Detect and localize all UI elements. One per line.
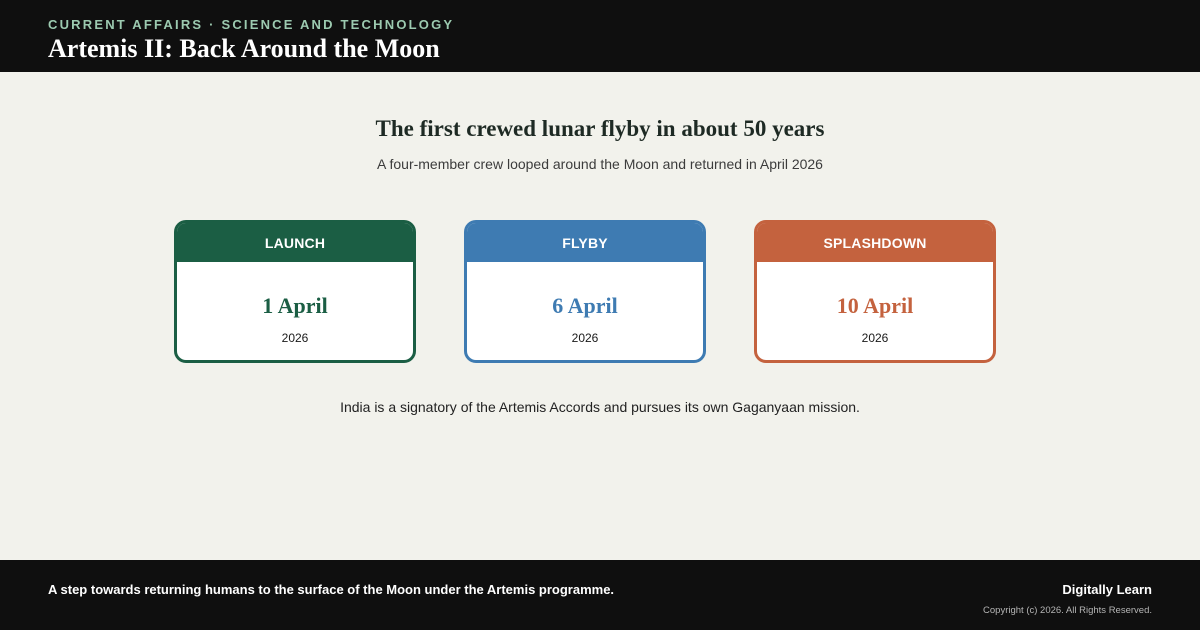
headline: The first crewed lunar flyby in about 50…: [375, 116, 825, 141]
footer-bar: A step towards returning humans to the s…: [0, 560, 1200, 630]
india-note: India is a signatory of the Artemis Acco…: [340, 399, 860, 415]
copyright-notice: Copyright (c) 2026. All Rights Reserved.: [983, 605, 1152, 616]
category-eyebrow: CURRENT AFFAIRS · SCIENCE AND TECHNOLOGY: [48, 17, 455, 32]
page-title: Artemis II: Back Around the Moon: [48, 34, 440, 63]
flyby-card-year: 2026: [571, 331, 599, 345]
splashdown-card-label: SPLASHDOWN: [757, 223, 993, 262]
footer-tagline: A step towards returning humans to the s…: [48, 582, 615, 597]
subheadline: A four-member crew looped around the Moo…: [377, 156, 823, 172]
header-bar: CURRENT AFFAIRS · SCIENCE AND TECHNOLOGY…: [0, 0, 1200, 72]
flyby-card-label: FLYBY: [467, 223, 703, 262]
brand-name: Digitally Learn: [1062, 582, 1152, 597]
launch-card-label: LAUNCH: [177, 223, 413, 262]
flyby-card: FLYBY 6 April 2026: [464, 220, 706, 363]
splashdown-card-year: 2026: [861, 331, 889, 345]
launch-card-date: 1 April: [262, 293, 328, 318]
splashdown-card-date: 10 April: [836, 293, 914, 318]
launch-card: LAUNCH 1 April 2026: [174, 220, 416, 363]
flyby-card-date: 6 April: [552, 293, 618, 318]
launch-card-year: 2026: [281, 331, 309, 345]
splashdown-card: SPLASHDOWN 10 April 2026: [754, 220, 996, 363]
